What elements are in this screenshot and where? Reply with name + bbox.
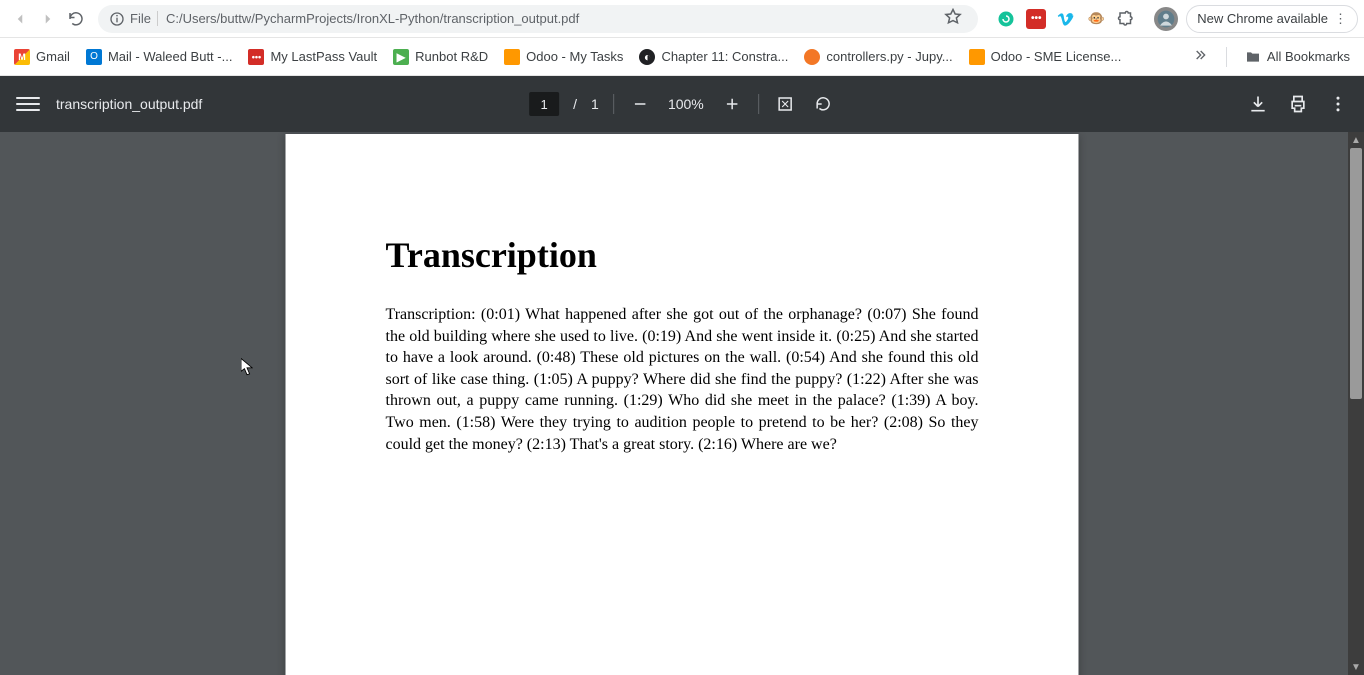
bookmarks-overflow-button[interactable] — [1184, 47, 1216, 66]
lastpass-icon: ••• — [248, 49, 264, 65]
zoom-in-button[interactable] — [720, 92, 744, 116]
print-button[interactable] — [1288, 94, 1308, 114]
nav-back-button[interactable] — [6, 5, 34, 33]
bookmark-label: My LastPass Vault — [270, 49, 377, 64]
rotate-icon — [814, 95, 832, 113]
pdf-viewport: Transcription Transcription: (0:01) What… — [0, 132, 1364, 675]
bookmark-gmail[interactable]: M Gmail — [6, 45, 78, 69]
pdf-menu-button[interactable] — [16, 92, 40, 116]
bookmark-label: Runbot R&D — [415, 49, 488, 64]
zoom-out-button[interactable] — [628, 92, 652, 116]
new-chrome-label: New Chrome available — [1197, 11, 1328, 26]
page-number-input[interactable] — [529, 92, 559, 116]
pdf-page: Transcription Transcription: (0:01) What… — [286, 134, 1079, 675]
pdf-toolbar-center: / 1 100% — [529, 92, 835, 116]
star-icon — [944, 8, 962, 26]
bookmark-jupyter[interactable]: controllers.py - Jupy... — [796, 45, 960, 69]
runbot-icon: ▶ — [393, 49, 409, 65]
bookmark-label: Odoo - SME License... — [991, 49, 1122, 64]
print-icon — [1288, 94, 1308, 114]
new-chrome-button[interactable]: New Chrome available ⋮ — [1186, 5, 1358, 33]
arrow-right-icon — [39, 10, 57, 28]
document-body: Transcription: (0:01) What happened afte… — [386, 304, 979, 455]
jupyter-icon — [804, 49, 820, 65]
sphere-icon: ◐ — [639, 49, 655, 65]
mouse-cursor-icon — [241, 358, 253, 376]
divider — [1226, 47, 1227, 67]
page-total: 1 — [591, 96, 599, 112]
reload-button[interactable] — [62, 5, 90, 33]
pdf-toolbar: transcription_output.pdf / 1 100% — [0, 76, 1364, 132]
bookmark-odoo-tasks[interactable]: Odoo - My Tasks — [496, 45, 631, 69]
download-icon — [1248, 94, 1268, 114]
separator — [758, 94, 759, 114]
arrow-left-icon — [11, 10, 29, 28]
rotate-button[interactable] — [811, 92, 835, 116]
zoom-level: 100% — [666, 96, 706, 112]
odoo-icon — [969, 49, 985, 65]
all-bookmarks-button[interactable]: All Bookmarks — [1237, 45, 1358, 69]
monkey-ext-icon[interactable]: 🐵 — [1086, 9, 1106, 29]
fit-page-button[interactable] — [773, 92, 797, 116]
scroll-thumb[interactable] — [1350, 148, 1362, 399]
grammarly-icon[interactable] — [996, 9, 1016, 29]
profile-avatar[interactable] — [1154, 7, 1178, 31]
reload-icon — [67, 10, 85, 28]
vimeo-ext-icon[interactable] — [1056, 9, 1076, 29]
minus-icon — [631, 95, 649, 113]
outlook-icon: O — [86, 49, 102, 65]
lastpass-ext-icon[interactable]: ••• — [1026, 9, 1046, 29]
bookmark-outlook[interactable]: O Mail - Waleed Butt -... — [78, 45, 241, 69]
bookmark-label: Odoo - My Tasks — [526, 49, 623, 64]
pdf-filename: transcription_output.pdf — [56, 96, 202, 112]
bookmark-lastpass[interactable]: ••• My LastPass Vault — [240, 45, 385, 69]
hamburger-line — [16, 109, 40, 111]
gmail-icon: M — [14, 49, 30, 65]
avatar-icon — [1156, 9, 1176, 29]
kebab-icon: ⋮ — [1334, 11, 1347, 27]
url-bar[interactable]: File C:/Users/buttw/PycharmProjects/Iron… — [98, 5, 978, 33]
separator — [613, 94, 614, 114]
bookmark-label: Chapter 11: Constra... — [661, 49, 788, 64]
download-button[interactable] — [1248, 94, 1268, 114]
url-text: C:/Users/buttw/PycharmProjects/IronXL-Py… — [166, 11, 938, 26]
page-separator: / — [573, 96, 577, 112]
extension-icons: ••• 🐵 — [996, 9, 1136, 29]
scroll-down-button[interactable]: ▼ — [1348, 659, 1364, 675]
bookmark-label: Mail - Waleed Butt -... — [108, 49, 233, 64]
plus-icon — [723, 95, 741, 113]
scroll-up-button[interactable]: ▲ — [1348, 132, 1364, 148]
kebab-icon — [1328, 94, 1348, 114]
all-bookmarks-label: All Bookmarks — [1267, 49, 1350, 64]
bookmark-label: controllers.py - Jupy... — [826, 49, 952, 64]
bookmarks-bar: M Gmail O Mail - Waleed Butt -... ••• My… — [0, 38, 1364, 76]
document-heading: Transcription — [386, 234, 979, 276]
extensions-button[interactable] — [1116, 9, 1136, 29]
url-scheme-label: File — [128, 11, 158, 26]
hamburger-line — [16, 97, 40, 99]
folder-icon — [1245, 49, 1261, 65]
fit-icon — [776, 95, 794, 113]
bookmark-label: Gmail — [36, 49, 70, 64]
vertical-scrollbar[interactable]: ▲ ▼ — [1348, 132, 1364, 675]
bookmark-odoo-license[interactable]: Odoo - SME License... — [961, 45, 1130, 69]
chevrons-right-icon — [1192, 47, 1208, 63]
bookmark-runbot[interactable]: ▶ Runbot R&D — [385, 45, 496, 69]
odoo-icon — [504, 49, 520, 65]
info-icon — [108, 10, 126, 28]
more-button[interactable] — [1328, 94, 1348, 114]
hamburger-line — [16, 103, 40, 105]
nav-forward-button[interactable] — [34, 5, 62, 33]
bookmark-star-button[interactable] — [938, 8, 968, 29]
pdf-toolbar-right — [1248, 94, 1348, 114]
bookmark-chapter11[interactable]: ◐ Chapter 11: Constra... — [631, 45, 796, 69]
browser-toolbar: File C:/Users/buttw/PycharmProjects/Iron… — [0, 0, 1364, 38]
